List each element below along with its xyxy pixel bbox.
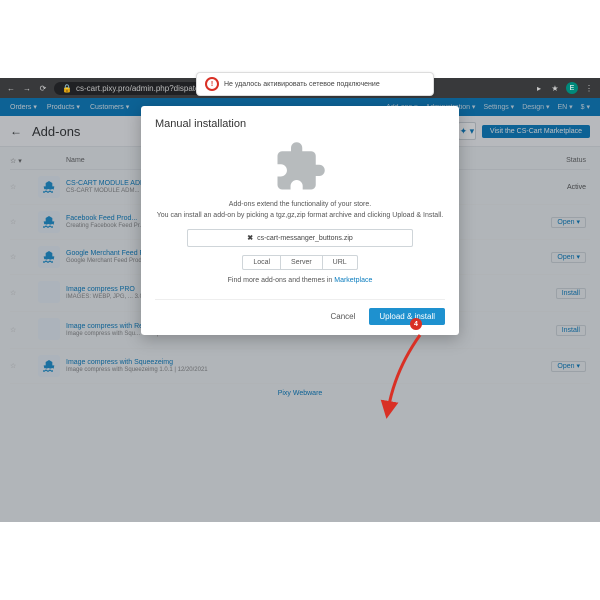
error-icon: ! xyxy=(205,77,219,91)
annotation-badge: 4 xyxy=(410,318,422,330)
find-more: Find more add-ons and themes in Marketpl… xyxy=(155,276,445,287)
manual-install-modal: Manual installation Add-ons extend the f… xyxy=(141,106,459,335)
modal-title: Manual installation xyxy=(155,118,445,130)
app-area: Orders ▾ Products ▾ Customers ▾ Add-ons … xyxy=(0,98,600,522)
lock-icon: 🔒 xyxy=(62,84,72,93)
menu-icon[interactable]: ⋮ xyxy=(584,84,594,93)
marketplace-link[interactable]: Marketplace xyxy=(334,277,372,284)
puzzle-icon xyxy=(155,140,445,194)
cancel-button[interactable]: Cancel xyxy=(323,309,364,324)
nav-forward-icon[interactable]: → xyxy=(22,84,32,93)
toast-text: Не удалось активировать сетевое подключе… xyxy=(224,81,380,88)
modal-text-2: You can install an add-on by picking a t… xyxy=(155,211,445,222)
nav-reload-icon[interactable]: ⟳ xyxy=(38,84,48,93)
share-icon[interactable]: ▸ xyxy=(534,84,544,93)
nav-back-icon[interactable]: ← xyxy=(6,84,16,93)
upload-install-button[interactable]: Upload & install xyxy=(369,308,445,325)
profile-avatar[interactable]: E xyxy=(566,82,578,94)
modal-text-1: Add-ons extend the functionality of your… xyxy=(155,200,445,211)
filename: cs-cart-messanger_buttons.zip xyxy=(257,235,353,242)
source-tabs: Local Server URL xyxy=(155,255,445,270)
bookmark-icon[interactable]: ★ xyxy=(550,84,560,93)
tab-local[interactable]: Local xyxy=(242,255,281,270)
network-error-toast: ! Не удалось активировать сетевое подклю… xyxy=(196,72,434,96)
tab-server[interactable]: Server xyxy=(281,255,323,270)
selected-file: ✖ cs-cart-messanger_buttons.zip xyxy=(187,229,413,247)
remove-file-icon[interactable]: ✖ xyxy=(247,234,253,242)
tab-url[interactable]: URL xyxy=(323,255,358,270)
